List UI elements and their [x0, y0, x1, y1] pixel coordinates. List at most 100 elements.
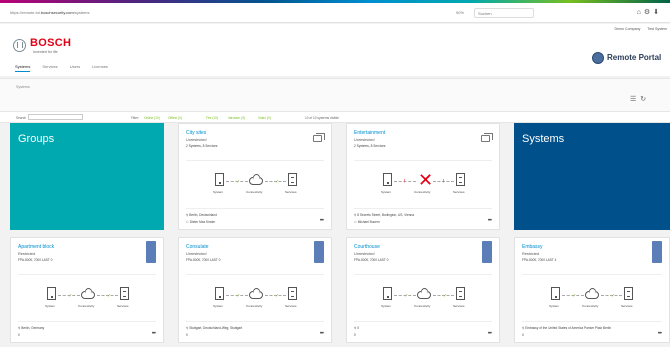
card-title[interactable]: Embassy — [522, 244, 543, 250]
connectivity-label: Connectivity — [582, 304, 599, 308]
card-restriction: Unrestricted — [186, 252, 207, 256]
card-divider — [186, 321, 324, 322]
address-bar[interactable]: https://remote.iot.boschsecurity.com/sys… — [10, 10, 90, 15]
more-icon[interactable]: ••• — [152, 331, 156, 337]
card-title[interactable]: Consulate — [186, 244, 209, 250]
card-owner: ⚇ Dieter Max Kinder — [186, 220, 215, 224]
gallery-icon[interactable] — [313, 133, 325, 142]
card-divider — [354, 160, 492, 161]
cloud-icon — [249, 177, 263, 185]
location-text: Stuttgart, Deutschland-Weg, Stuttgart — [189, 326, 243, 330]
services-label: Services — [117, 304, 129, 308]
refresh-icon[interactable]: ↻ — [640, 96, 650, 103]
system-label: System — [549, 304, 560, 308]
tab-licenses[interactable]: Licenses — [92, 64, 108, 72]
card-title[interactable]: City sites — [186, 130, 206, 136]
breadcrumb: Systems — [16, 85, 30, 89]
filter-chip-fire[interactable]: Fire (10) — [206, 116, 218, 120]
group-card-entertainment[interactable]: Entertainment Unrestricted 2 Systems, 8 … — [346, 123, 500, 230]
more-icon[interactable]: ••• — [488, 331, 492, 337]
link-line: ✓ — [58, 293, 80, 299]
link-line: ! — [394, 179, 416, 185]
system-label: System — [213, 304, 224, 308]
card-title[interactable]: Entertainment — [354, 130, 385, 136]
card-restriction: Unrestricted — [186, 138, 207, 142]
link-line: ✓ — [601, 293, 622, 299]
more-icon[interactable]: ••• — [320, 331, 324, 337]
card-title[interactable]: Courthouse — [354, 244, 380, 250]
settings-icon[interactable]: ⚙ — [644, 9, 653, 16]
connectivity-diagram: ✓ ✓ System Connectivity Services — [515, 280, 669, 316]
search-label: Search — [16, 116, 27, 120]
service-icon — [288, 173, 297, 186]
service-icon — [456, 287, 465, 300]
link-line: ✓ — [265, 293, 286, 299]
link-line: ✓ — [433, 293, 454, 299]
system-card-embassy[interactable]: Embassy Restricted FPA-5000, 7000 LAST 4… — [514, 237, 670, 343]
browser-tools: ⌂⚙⬇ — [637, 8, 662, 16]
check-icon: ✓ — [404, 293, 409, 299]
check-icon: ✓ — [236, 179, 241, 185]
company-link[interactable]: Demo Company — [614, 27, 640, 31]
card-owner: 0 — [186, 333, 188, 337]
cloud-icon — [585, 291, 599, 299]
main-tabs: Systems Services Users Licenses — [15, 64, 108, 72]
link-line: ✓ — [97, 293, 118, 299]
filter-bar: Search Filter: Online (10) Offline (0) F… — [0, 112, 670, 123]
connectivity-label: Connectivity — [78, 304, 95, 308]
browser-search-input[interactable]: Suchen — [474, 8, 534, 18]
filter-chip-intrusion[interactable]: Intrusion (3) — [228, 116, 245, 120]
remote-portal-icon — [592, 52, 604, 64]
more-icon[interactable]: ••• — [488, 218, 492, 224]
location-text: Berlin, Germany — [21, 326, 45, 330]
home-icon[interactable]: ⌂ — [637, 9, 644, 16]
view-tools: ☰↻ — [630, 95, 650, 103]
tag-icon — [314, 241, 324, 263]
system-label: System — [45, 304, 56, 308]
panel-icon — [383, 287, 392, 300]
system-card-apartment-block[interactable]: Apartment block Restricted FPA-5000, 700… — [10, 237, 164, 343]
more-icon[interactable]: ••• — [658, 331, 662, 337]
connectivity-label: Connectivity — [246, 190, 263, 194]
user-link[interactable]: Test System — [647, 27, 667, 31]
card-meta: 2 Systems, 8 Services — [354, 144, 386, 148]
search-input[interactable] — [28, 114, 83, 120]
group-card-city-sites[interactable]: City sites Unrestricted 2 Systems, 8 Ser… — [178, 123, 332, 230]
filter-chip-offline[interactable]: Offline (0) — [168, 116, 182, 120]
card-divider — [354, 321, 492, 322]
card-divider — [18, 274, 156, 275]
error-icon: ! — [404, 179, 406, 185]
card-divider — [522, 321, 662, 322]
system-card-consulate[interactable]: Consulate Unrestricted FPA-5000, 7000 LA… — [178, 237, 332, 343]
check-icon: ✓ — [107, 293, 112, 299]
filter-chip-online[interactable]: Online (10) — [144, 116, 160, 120]
link-line: ✓ — [226, 293, 248, 299]
card-restriction: Restricted — [522, 252, 540, 256]
card-location: ⚲ 0 — [354, 326, 359, 330]
card-title[interactable]: Apartment block — [18, 244, 54, 250]
systems-card[interactable]: Systems — [514, 123, 670, 230]
panel-icon — [551, 287, 560, 300]
tab-users[interactable]: Users — [70, 64, 80, 72]
link-line: ✓ — [394, 293, 416, 299]
tab-systems[interactable]: Systems — [15, 64, 31, 72]
card-divider — [354, 274, 492, 275]
system-label: System — [381, 304, 392, 308]
cloud-icon — [81, 291, 95, 299]
card-meta: FPA-5000, 7000 LAST 0 — [18, 258, 53, 262]
tab-services[interactable]: Services — [42, 64, 57, 72]
filter-chip-video[interactable]: Video (0) — [258, 116, 271, 120]
filter-icon[interactable]: ☰ — [630, 96, 640, 103]
gallery-icon[interactable] — [481, 133, 493, 142]
download-icon[interactable]: ⬇ — [653, 9, 662, 16]
check-icon: ✓ — [275, 293, 280, 299]
system-card-courthouse[interactable]: Courthouse Unrestricted FPA-5000, 7000 L… — [346, 237, 500, 343]
connectivity-diagram: ✓ ✓ System Connectivity Services — [179, 166, 331, 202]
location-text: 8 Secrets Street, Burlington, US, Vienna — [357, 213, 415, 217]
connectivity-diagram: ✓ ✓ System Connectivity Services — [11, 280, 163, 316]
portal-title: Remote Portal — [607, 53, 662, 62]
check-icon: ✓ — [572, 293, 577, 299]
groups-card[interactable]: Groups — [10, 123, 164, 230]
zoom-level[interactable]: 90% — [456, 10, 464, 15]
more-icon[interactable]: ••• — [320, 218, 324, 224]
